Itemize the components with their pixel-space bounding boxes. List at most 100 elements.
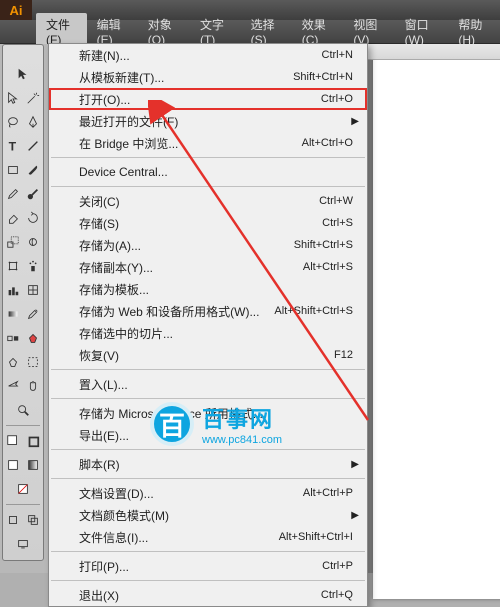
menu-item[interactable]: 存储为 Web 和设备所用格式(W)...Alt+Shift+Ctrl+S bbox=[49, 300, 367, 322]
eraser-tool[interactable] bbox=[3, 206, 23, 230]
rotate-tool[interactable] bbox=[23, 206, 43, 230]
menu-item[interactable]: 脚本(R)▶ bbox=[49, 453, 367, 475]
menu-item[interactable]: 存储为(A)... Shift+Ctrl+S bbox=[49, 234, 367, 256]
live-paint-select-tool[interactable] bbox=[3, 350, 23, 374]
menu-item[interactable]: 从模板新建(T)... Shift+Ctrl+N bbox=[49, 66, 367, 88]
rectangle-tool[interactable] bbox=[3, 158, 23, 182]
app-window: Ai 文件(F) 编辑(E) 对象(O) 文字(T) 选择(S) 效果(C) 视… bbox=[0, 0, 500, 573]
paintbrush-tool[interactable] bbox=[23, 158, 43, 182]
menu-item-shortcut: F12 bbox=[334, 349, 353, 361]
tool-divider bbox=[6, 504, 40, 505]
menu-item[interactable]: 打印(P)...Ctrl+P bbox=[49, 555, 367, 577]
pen-tool[interactable] bbox=[23, 110, 43, 134]
menu-item-shortcut: Shift+Ctrl+S bbox=[294, 239, 353, 251]
submenu-arrow-icon: ▶ bbox=[351, 116, 359, 127]
menu-item[interactable]: 存储(S) Ctrl+S bbox=[49, 212, 367, 234]
eyedropper-tool[interactable] bbox=[23, 302, 43, 326]
artboard bbox=[373, 54, 500, 599]
pencil-tool[interactable] bbox=[3, 182, 23, 206]
watermark-title: 百事网 bbox=[202, 402, 282, 434]
tool-divider bbox=[6, 425, 40, 426]
menu-item[interactable]: 最近打开的文件(F)▶ bbox=[49, 110, 367, 132]
menu-item-label: 存储为(A)... bbox=[79, 237, 141, 254]
menu-item-label: 新建(N)... bbox=[79, 47, 130, 64]
menu-item[interactable]: 存储选中的切片... bbox=[49, 322, 367, 344]
menu-separator bbox=[51, 186, 365, 187]
artboard-tool[interactable] bbox=[23, 350, 43, 374]
menu-item-shortcut: Ctrl+O bbox=[321, 93, 353, 105]
type-tool[interactable]: T bbox=[3, 134, 23, 158]
menu-item[interactable]: 存储副本(Y)... Alt+Ctrl+S bbox=[49, 256, 367, 278]
toolbox-header[interactable] bbox=[5, 49, 41, 59]
menu-item-label: Device Central... bbox=[79, 165, 168, 179]
symbol-sprayer-tool[interactable] bbox=[23, 254, 43, 278]
menu-item-label: 存储(S) bbox=[79, 215, 119, 232]
menu-separator bbox=[51, 478, 365, 479]
menu-item[interactable]: 存储为模板... bbox=[49, 278, 367, 300]
menu-item[interactable]: 置入(L)... bbox=[49, 373, 367, 395]
menubar: 文件(F) 编辑(E) 对象(O) 文字(T) 选择(S) 效果(C) 视图(V… bbox=[0, 20, 500, 44]
direct-select-tool[interactable] bbox=[3, 86, 23, 110]
menu-item[interactable]: 退出(X)Ctrl+Q bbox=[49, 584, 367, 606]
menu-item-label: 从模板新建(T)... bbox=[79, 69, 164, 86]
menu-item-label: 关闭(C) bbox=[79, 193, 120, 210]
slice-tool[interactable] bbox=[3, 374, 23, 398]
gradient-mode[interactable] bbox=[23, 453, 43, 477]
menu-item[interactable]: 打开(O)... Ctrl+O bbox=[49, 88, 367, 110]
menu-item-label: 文件信息(I)... bbox=[79, 529, 148, 546]
none-mode[interactable] bbox=[13, 477, 33, 501]
menu-item-shortcut: Ctrl+N bbox=[322, 49, 353, 61]
menu-separator bbox=[51, 398, 365, 399]
menu-item[interactable]: 关闭(C)Ctrl+W bbox=[49, 190, 367, 212]
menu-item[interactable]: 恢复(V)F12 bbox=[49, 344, 367, 366]
lasso-tool[interactable] bbox=[3, 110, 23, 134]
magic-wand-tool[interactable] bbox=[23, 86, 43, 110]
fill-swatch[interactable] bbox=[3, 429, 23, 453]
menu-item-label: 打印(P)... bbox=[79, 558, 129, 575]
menu-item[interactable]: 文档颜色模式(M)▶ bbox=[49, 504, 367, 526]
menu-item[interactable]: 新建(N)... Ctrl+N bbox=[49, 44, 367, 66]
screen-mode[interactable] bbox=[3, 532, 43, 556]
app-icon: Ai bbox=[0, 0, 32, 20]
color-mode[interactable] bbox=[3, 453, 23, 477]
warp-tool[interactable] bbox=[23, 230, 43, 254]
menu-item-label: 存储副本(Y)... bbox=[79, 259, 153, 276]
live-paint-tool[interactable] bbox=[23, 326, 43, 350]
blend-tool[interactable] bbox=[3, 326, 23, 350]
menu-item-label: 打开(O)... bbox=[79, 91, 130, 108]
selection-tool[interactable] bbox=[3, 62, 43, 86]
draw-behind-mode[interactable] bbox=[23, 508, 43, 532]
free-transform-tool[interactable] bbox=[3, 254, 23, 278]
normal-draw-mode[interactable] bbox=[3, 508, 23, 532]
toolbox: T bbox=[2, 44, 44, 561]
menu-item[interactable]: 文件信息(I)...Alt+Shift+Ctrl+I bbox=[49, 526, 367, 548]
gradient-tool[interactable] bbox=[3, 302, 23, 326]
menu-item-shortcut: Alt+Ctrl+P bbox=[303, 487, 353, 499]
menu-item-shortcut: Alt+Ctrl+S bbox=[303, 261, 353, 273]
menu-item-shortcut: Shift+Ctrl+N bbox=[293, 71, 353, 83]
svg-text:T: T bbox=[9, 139, 17, 153]
watermark-badge: 百 bbox=[150, 402, 194, 446]
menu-item-label: 文档颜色模式(M) bbox=[79, 507, 169, 524]
menu-item-label: 退出(X) bbox=[79, 587, 119, 604]
menu-separator bbox=[51, 449, 365, 450]
column-graph-tool[interactable] bbox=[3, 278, 23, 302]
menu-separator bbox=[51, 580, 365, 581]
menu-item[interactable]: 在 Bridge 中浏览...Alt+Ctrl+O bbox=[49, 132, 367, 154]
file-dropdown-menu: 新建(N)... Ctrl+N 从模板新建(T)... Shift+Ctrl+N 打开(… bbox=[48, 43, 368, 607]
blob-brush-tool[interactable] bbox=[23, 182, 43, 206]
scale-tool[interactable] bbox=[3, 230, 23, 254]
menu-item-label: 存储为 Web 和设备所用格式(W)... bbox=[79, 303, 259, 320]
menu-item-shortcut: Ctrl+S bbox=[322, 217, 353, 229]
menu-item-label: 导出(E)... bbox=[79, 427, 129, 444]
line-tool[interactable] bbox=[23, 134, 43, 158]
menu-item[interactable]: Device Central... bbox=[49, 161, 367, 183]
menu-item[interactable]: 文档设置(D)...Alt+Ctrl+P bbox=[49, 482, 367, 504]
mesh-tool[interactable] bbox=[23, 278, 43, 302]
hand-tool[interactable] bbox=[23, 374, 43, 398]
menu-separator bbox=[51, 157, 365, 158]
stroke-swatch[interactable] bbox=[23, 429, 43, 453]
zoom-tool[interactable] bbox=[3, 398, 43, 422]
watermark-text: 百事网 www.pc841.com bbox=[202, 402, 282, 446]
menu-item-label: 脚本(R) bbox=[79, 456, 120, 473]
